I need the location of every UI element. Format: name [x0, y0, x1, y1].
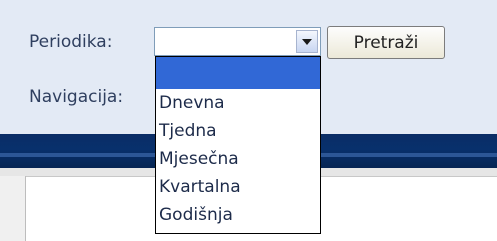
- dropdown-option-kvartalna[interactable]: Kvartalna: [156, 173, 320, 201]
- dropdown-option-mjesecna[interactable]: Mjesečna: [156, 145, 320, 173]
- search-button[interactable]: Pretraži: [327, 26, 445, 59]
- dropdown-option-godisnja[interactable]: Godišnja: [156, 201, 320, 229]
- periodika-label: Periodika:: [29, 32, 113, 52]
- periodika-dropdown-list: Dnevna Tjedna Mjesečna Kvartalna Godišnj…: [155, 56, 321, 234]
- dropdown-option-dnevna[interactable]: Dnevna: [156, 89, 320, 117]
- page: Periodika: Navigacija: Pretraži Dnevna T…: [0, 0, 497, 241]
- periodika-select[interactable]: [154, 27, 321, 56]
- content-left-column: [0, 176, 26, 241]
- chevron-down-icon: [302, 38, 312, 45]
- navigacija-label: Navigacija:: [29, 87, 124, 107]
- dropdown-option-tjedna[interactable]: Tjedna: [156, 117, 320, 145]
- dropdown-option-blank[interactable]: [156, 57, 320, 89]
- select-dropdown-button[interactable]: [296, 30, 318, 53]
